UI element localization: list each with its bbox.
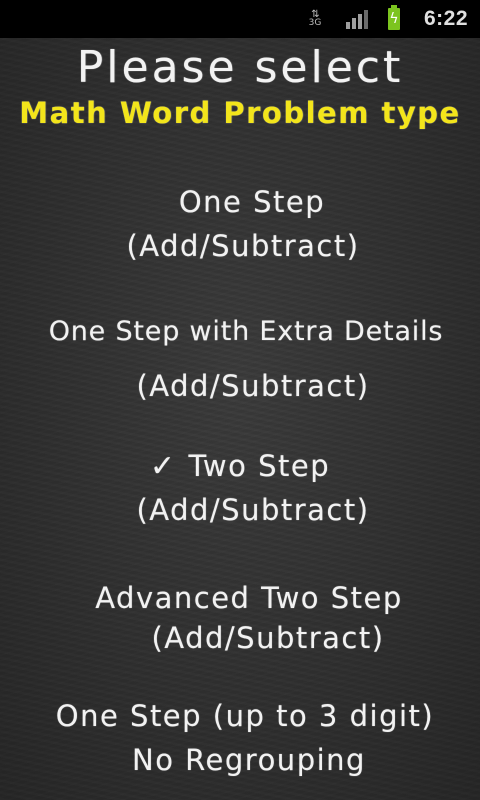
- option-title: One Step with Extra Details: [48, 316, 444, 347]
- option-title: Two Step: [188, 449, 331, 483]
- option-advanced-two-step[interactable]: Advanced Two Step (Add/Subtract): [0, 576, 480, 660]
- page-subtitle: Math Word Problem type: [19, 96, 461, 130]
- option-detail: No Regrouping: [132, 743, 366, 777]
- option-one-step-3-digit[interactable]: One Step (up to 3 digit) No Regrouping: [0, 694, 480, 782]
- network-type-label: 3G: [308, 18, 322, 28]
- option-one-step-extra-details[interactable]: One Step with Extra Details (Add/Subtrac…: [0, 310, 480, 408]
- charging-bolt-icon: ϟ: [389, 11, 399, 27]
- signal-bar: [345, 22, 350, 29]
- battery-charging-icon: ϟ: [386, 0, 402, 38]
- option-title: One Step: [178, 185, 326, 219]
- signal-bar: [363, 10, 368, 29]
- option-title: One Step (up to 3 digit): [55, 699, 435, 733]
- checkmark-icon: ✓: [149, 449, 177, 484]
- option-two-step[interactable]: ✓ Two Step (Add/Subtract): [0, 444, 480, 532]
- app-screen: ⇅ 3G ϟ 6:22 Please select Math Word Prob…: [0, 0, 480, 800]
- option-detail: (Add/Subtract): [126, 229, 360, 263]
- option-detail: (Add/Subtract): [136, 493, 370, 527]
- signal-bar: [351, 18, 356, 29]
- status-clock: 6:22: [423, 7, 468, 30]
- chalkboard-background: Please select Math Word Problem type One…: [0, 38, 480, 800]
- status-bar: ⇅ 3G ϟ 6:22: [0, 0, 480, 38]
- signal-bar: [357, 14, 362, 29]
- option-detail: (Add/Subtract): [136, 369, 370, 403]
- option-title: Advanced Two Step: [95, 581, 403, 615]
- option-title-row: ✓ Two Step: [0, 444, 480, 488]
- signal-strength-icon: [342, 0, 372, 38]
- option-detail: (Add/Subtract): [151, 621, 385, 655]
- data-transfer-icon: ⇅ 3G: [302, 0, 328, 38]
- battery-body: ϟ: [387, 5, 400, 30]
- page-title: Please select: [76, 42, 404, 93]
- option-one-step[interactable]: One Step (Add/Subtract): [0, 180, 480, 268]
